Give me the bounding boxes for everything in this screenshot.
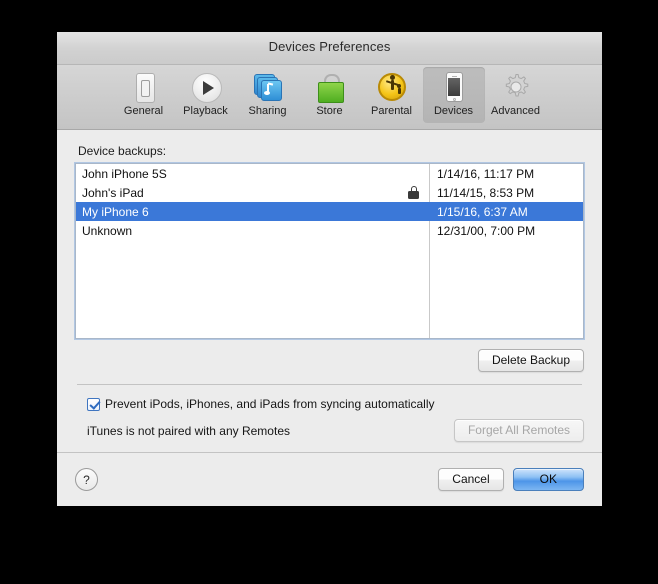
window-titlebar: Devices Preferences	[57, 32, 602, 65]
table-row[interactable]: John's iPad 11/14/15, 8:53 PM	[76, 183, 583, 202]
delete-backup-button[interactable]: Delete Backup	[477, 349, 584, 372]
preferences-toolbar: General Playback Sharing Store Parental …	[57, 65, 602, 130]
remotes-row: iTunes is not paired with any Remotes Fo…	[75, 419, 584, 442]
parental-icon	[375, 71, 409, 103]
delete-backup-row: Delete Backup	[75, 349, 584, 372]
ok-button[interactable]: OK	[512, 468, 584, 491]
prevent-sync-checkbox[interactable]	[87, 397, 100, 411]
toolbar-label-playback: Playback	[183, 105, 228, 117]
general-icon	[127, 71, 161, 103]
toolbar-item-devices[interactable]: Devices	[422, 67, 485, 123]
backup-date: 1/15/16, 6:37 AM	[437, 204, 528, 219]
section-divider	[77, 384, 582, 385]
toolbar-item-parental[interactable]: Parental	[361, 67, 423, 123]
toolbar-item-sharing[interactable]: Sharing	[237, 67, 299, 123]
sharing-icon	[251, 71, 285, 103]
toolbar-label-advanced: Advanced	[491, 105, 540, 117]
toolbar-item-playback[interactable]: Playback	[175, 67, 237, 123]
toolbar-item-store[interactable]: Store	[299, 67, 361, 123]
cancel-button[interactable]: Cancel	[438, 468, 504, 491]
store-icon	[313, 71, 347, 103]
toolbar-label-store: Store	[316, 105, 343, 117]
preferences-content: Device backups: John iPhone 5S 1/14/16, …	[57, 144, 602, 442]
help-button[interactable]: ?	[75, 468, 98, 491]
forget-all-remotes-button[interactable]: Forget All Remotes	[453, 419, 584, 442]
backup-name: John's iPad	[82, 185, 144, 200]
devices-icon	[437, 71, 471, 103]
table-row[interactable]: John iPhone 5S 1/14/16, 11:17 PM	[76, 164, 583, 183]
backup-date: 11/14/15, 8:53 PM	[437, 185, 535, 200]
prevent-sync-row: Prevent iPods, iPhones, and iPads from s…	[75, 397, 584, 411]
playback-icon	[189, 71, 223, 103]
prevent-sync-label: Prevent iPods, iPhones, and iPads from s…	[105, 397, 435, 411]
lock-icon	[408, 186, 420, 199]
toolbar-label-devices: Devices	[433, 105, 474, 117]
toolbar-label-sharing: Sharing	[248, 105, 287, 117]
toolbar-item-general[interactable]: General	[113, 67, 175, 123]
advanced-icon	[499, 71, 533, 103]
backup-date: 1/14/16, 11:17 PM	[437, 166, 535, 181]
remotes-status-text: iTunes is not paired with any Remotes	[87, 423, 290, 438]
backup-name: Unknown	[82, 223, 133, 238]
toolbar-label-general: General	[123, 105, 164, 117]
dialog-footer: ? Cancel OK	[57, 452, 602, 506]
backup-date: 12/31/00, 7:00 PM	[437, 223, 536, 238]
toolbar-label-parental: Parental	[371, 105, 412, 117]
backup-name: John iPhone 5S	[82, 166, 167, 181]
window-title: Devices Preferences	[268, 39, 391, 54]
table-row[interactable]: My iPhone 6 1/15/16, 6:37 AM	[76, 202, 583, 221]
backup-name: My iPhone 6	[82, 204, 149, 219]
device-backups-label: Device backups:	[78, 144, 167, 158]
device-backups-list[interactable]: John iPhone 5S 1/14/16, 11:17 PM John's …	[75, 163, 584, 339]
toolbar-item-advanced[interactable]: Advanced	[485, 67, 547, 123]
table-row[interactable]: Unknown 12/31/00, 7:00 PM	[76, 221, 583, 240]
devices-preferences-window: Devices Preferences General Playback Sha…	[57, 32, 602, 506]
